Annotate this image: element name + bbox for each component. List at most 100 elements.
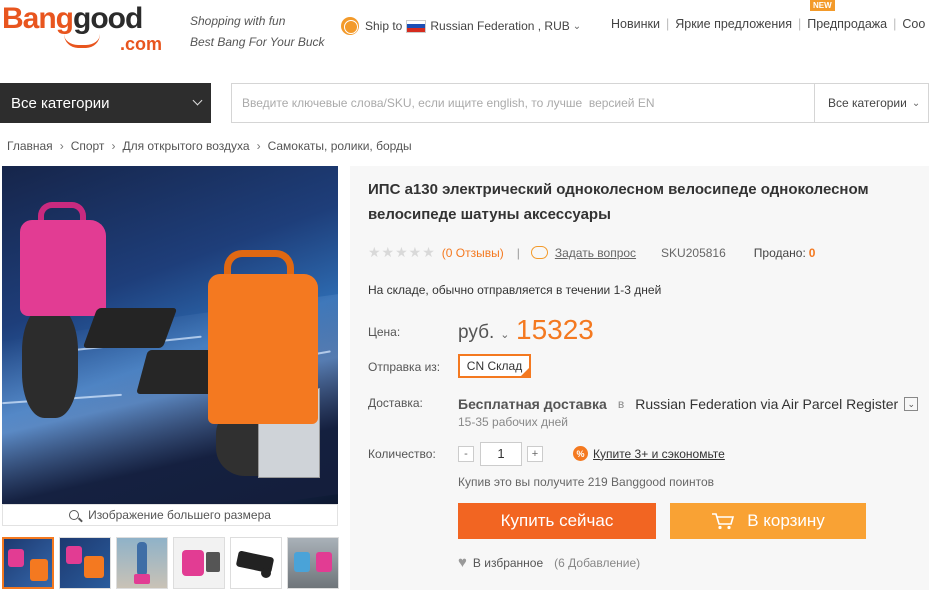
thumb-shape <box>206 552 220 572</box>
banggood-logo[interactable]: Banggood .com <box>2 2 180 58</box>
breadcrumb-scooters[interactable]: Самокаты, ролики, борды <box>268 139 412 153</box>
quantity-input[interactable]: 1 <box>480 442 522 466</box>
view-larger-image-button[interactable]: Изображение большего размера <box>2 504 338 526</box>
heart-icon: ♥ <box>458 554 467 571</box>
nav-deals[interactable]: Яркие предложения <box>675 17 792 31</box>
product-main-image[interactable] <box>2 166 338 504</box>
thumb-shape <box>66 546 82 564</box>
thumb-shape <box>84 556 104 578</box>
delivery-days: 15-35 рабочих дней <box>458 415 568 429</box>
ship-to-selector[interactable]: Ship to Russian Federation , RUB ⌄ <box>341 17 581 35</box>
ship-to-label: Ship to <box>365 19 403 33</box>
sku-value: SKU205816 <box>661 245 726 260</box>
thumbnail[interactable] <box>287 537 339 589</box>
wishlist-button[interactable]: ♥ В избранное (6 Добавление) <box>458 554 640 571</box>
logo-dotcom: .com <box>120 34 163 54</box>
currency-label: руб. <box>458 322 495 343</box>
quantity-label: Количество: <box>368 447 436 461</box>
globe-icon <box>341 17 359 35</box>
thumbnail-strip <box>2 537 344 589</box>
thumb-shape <box>182 550 204 576</box>
warehouse-option[interactable]: CN Склад <box>458 354 531 378</box>
image-wheel-left <box>22 306 78 418</box>
buy-now-label: Купить сейчас <box>500 511 614 530</box>
bulk-discount-label: Купите 3+ и сэкономьте <box>593 446 725 461</box>
logo-bang: Bang <box>2 2 74 35</box>
quantity-increase-button[interactable]: + <box>527 446 543 462</box>
image-pink-unicycle <box>20 220 106 316</box>
shipping-method-label: Russian Federation via Air Parcel Regist… <box>635 396 899 412</box>
add-to-cart-button[interactable]: В корзину <box>670 503 866 539</box>
add-to-cart-label: В корзину <box>747 511 825 530</box>
sold-count: 0 <box>808 245 816 260</box>
reward-points-text: Купив это вы получите 219 Banggood поинт… <box>458 475 715 489</box>
all-categories-label: Все категории <box>11 94 110 112</box>
nav-divider: | <box>893 17 897 31</box>
thumbnail[interactable] <box>59 537 111 589</box>
buy-now-button[interactable]: Купить сейчас <box>458 503 656 539</box>
currency-selector[interactable]: руб. ⌄ <box>458 322 509 344</box>
thumb-shape <box>261 568 271 578</box>
thumb-shape <box>316 552 332 572</box>
nav-coupons[interactable]: Coo <box>902 17 925 31</box>
bulk-discount-link[interactable]: % Купите 3+ и сэкономьте <box>573 446 725 461</box>
nav-divider: | <box>665 17 670 31</box>
stock-status: На складе, обычно отправляется в течении… <box>368 283 662 297</box>
thumbnail[interactable] <box>2 537 54 589</box>
free-shipping-label: Бесплатная доставка <box>458 396 607 412</box>
search-bar: Все категории ⌄ <box>231 83 929 123</box>
breadcrumb-home[interactable]: Главная <box>7 139 53 153</box>
nav-presale[interactable]: Предпродажа <box>807 17 887 31</box>
thumb-shape <box>294 552 310 572</box>
question-bubble-icon <box>530 246 548 259</box>
chevron-down-icon[interactable]: ⌄ <box>904 397 919 411</box>
rating-divider: | <box>516 245 520 260</box>
search-input[interactable] <box>232 84 814 122</box>
image-orange-unicycle <box>208 274 318 424</box>
quantity-decrease-button[interactable]: - <box>458 446 474 462</box>
magnifier-icon <box>69 510 80 520</box>
breadcrumb-separator: › <box>111 139 116 153</box>
warehouse-label: CN Склад <box>466 359 523 373</box>
thumbnail[interactable] <box>230 537 282 589</box>
delivery-label: Доставка: <box>368 396 423 410</box>
discount-percent-icon: % <box>573 446 588 461</box>
slogan-line-2: Best Bang For Your Buck <box>190 35 325 49</box>
view-larger-image-label: Изображение большего размера <box>88 508 271 522</box>
nav-divider: | <box>797 17 802 31</box>
new-badge: NEW <box>810 0 835 11</box>
rating-stars-icon: ★★★★★ <box>368 244 436 260</box>
sold-label: Продано: <box>753 245 806 260</box>
delivery-in-label: в <box>617 397 625 411</box>
all-categories-button[interactable]: Все категории <box>0 83 211 123</box>
quantity-stepper: - 1 + <box>458 442 543 466</box>
price-label: Цена: <box>368 325 401 339</box>
thumb-shape <box>137 542 147 576</box>
breadcrumb: Главная › Спорт › Для открытого воздуха … <box>7 139 412 153</box>
russia-flag-icon <box>406 19 427 33</box>
thumb-shape <box>30 559 48 581</box>
ship-to-value: Russian Federation , RUB <box>430 19 570 33</box>
cart-icon <box>712 513 735 530</box>
product-price: 15323 <box>516 314 594 345</box>
ship-from-label: Отправка из: <box>368 360 441 374</box>
chevron-down-icon: ⌄ <box>572 20 582 32</box>
product-page: Banggood .com Shopping with fun Best Ban… <box>0 0 929 590</box>
thumbnail[interactable] <box>173 537 225 589</box>
reviews-link[interactable]: (0 Отзывы) <box>442 246 504 260</box>
shipping-method-selector[interactable]: Бесплатная доставка в Russian Federation… <box>458 396 919 412</box>
breadcrumb-outdoor[interactable]: Для открытого воздуха <box>122 139 249 153</box>
chevron-down-icon: ⌄ <box>500 329 510 341</box>
breadcrumb-sport[interactable]: Спорт <box>71 139 105 153</box>
thumbnail[interactable] <box>116 537 168 589</box>
slogan-line-1: Shopping with fun <box>190 14 286 28</box>
wishlist-count: (6 Добавление) <box>554 555 641 570</box>
breadcrumb-separator: › <box>256 139 261 153</box>
nav-new-arrivals[interactable]: Новинки <box>611 17 660 31</box>
thumb-shape <box>134 574 150 584</box>
search-category-label: Все категории <box>828 96 907 110</box>
image-pedal-left <box>82 308 178 348</box>
ask-question-link[interactable]: Задать вопрос <box>555 246 636 260</box>
search-category-select[interactable]: Все категории ⌄ <box>814 84 928 122</box>
chevron-down-icon <box>192 95 203 106</box>
